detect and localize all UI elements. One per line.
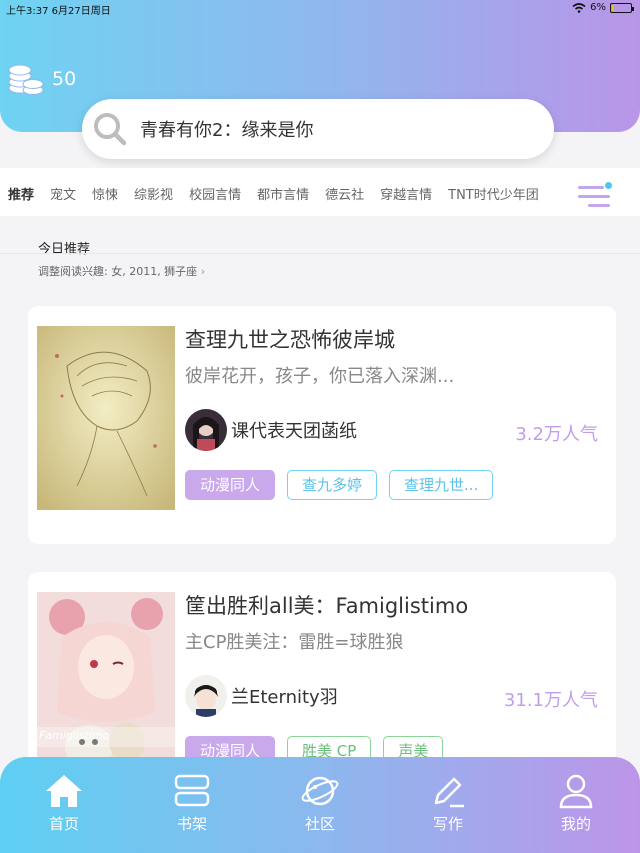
divider bbox=[0, 253, 640, 254]
section-title: 今日推荐 bbox=[38, 242, 91, 257]
battery-icon bbox=[610, 2, 634, 13]
book-title[interactable]: 筐出胜利all美：Famiglistimo bbox=[185, 590, 468, 620]
search-query: 青春有你2：缘来是你 bbox=[140, 120, 314, 141]
wifi-icon bbox=[572, 2, 586, 13]
status-indicators: 6% bbox=[572, 2, 634, 13]
book-description: 彼岸花开，孩子，你已落入深渊... bbox=[185, 366, 455, 387]
pen-icon bbox=[434, 777, 464, 808]
search-bar[interactable]: 青春有你2：缘来是你 bbox=[82, 99, 554, 159]
category-tabs: 推荐 宠文 惊悚 综影视 校园言情 都市言情 德云社 穿越言情 TNT时代少年团 bbox=[0, 184, 568, 203]
tab-thriller[interactable]: 惊悚 bbox=[84, 184, 126, 203]
bottom-navigation: 首页 书架 社区 写作 我的 bbox=[0, 757, 640, 853]
coin-stack-icon bbox=[8, 64, 44, 95]
tab-deyunshe[interactable]: 德云社 bbox=[317, 184, 372, 203]
nav-write[interactable]: 写作 bbox=[384, 757, 512, 853]
nav-label: 首页 bbox=[48, 815, 79, 833]
nav-profile[interactable]: 我的 bbox=[512, 757, 640, 853]
cover-illustration bbox=[37, 592, 175, 782]
app-root: 上午3:37 6月27日周日 6% 50 青春有你2：缘来是你 推荐 宠文 惊悚… bbox=[0, 0, 640, 853]
nav-bookshelf[interactable]: 书架 bbox=[128, 757, 256, 853]
reading-interest-text: 调整阅读兴趣: 女, 2011, 狮子座 bbox=[38, 265, 198, 278]
tag[interactable]: 动漫同人 bbox=[185, 470, 276, 500]
author-name: 兰Eternity羽 bbox=[231, 687, 338, 708]
coin-balance[interactable]: 50 bbox=[8, 62, 76, 96]
author-avatar[interactable] bbox=[185, 675, 227, 717]
home-icon bbox=[46, 775, 82, 807]
coin-count: 50 bbox=[52, 68, 77, 90]
tag-list: 动漫同人 查九多婷 查理九世... bbox=[185, 470, 494, 500]
user-icon bbox=[559, 774, 593, 809]
author-info[interactable]: 兰Eternity羽 bbox=[185, 675, 338, 717]
nav-label: 社区 bbox=[304, 815, 335, 833]
popularity-count: 31.1万人气 bbox=[503, 690, 598, 711]
tab-pet-fiction[interactable]: 宠文 bbox=[42, 184, 84, 203]
menu-line bbox=[578, 186, 604, 189]
category-menu-button[interactable] bbox=[578, 182, 612, 212]
nav-community[interactable]: 社区 bbox=[256, 757, 384, 853]
popularity-count: 3.2万人气 bbox=[515, 424, 598, 445]
avatar-image bbox=[185, 409, 227, 451]
notification-dot bbox=[605, 182, 612, 189]
author-name: 课代表天团菡纸 bbox=[231, 421, 357, 442]
planet-icon bbox=[301, 776, 339, 806]
nav-home[interactable]: 首页 bbox=[0, 757, 128, 853]
status-time: 上午3:37 bbox=[6, 6, 49, 17]
tab-film-tv[interactable]: 综影视 bbox=[126, 184, 181, 203]
battery-percent: 6% bbox=[590, 2, 606, 13]
status-time-date: 上午3:37 6月27日周日 bbox=[6, 2, 111, 17]
chevron-right-icon: › bbox=[200, 265, 206, 278]
tab-urban-romance[interactable]: 都市言情 bbox=[249, 184, 317, 203]
cover-title: Famiglistimo bbox=[39, 729, 110, 742]
menu-line bbox=[578, 195, 610, 198]
tab-tnt[interactable]: TNT时代少年团 bbox=[440, 184, 547, 203]
tab-campus-romance[interactable]: 校园言情 bbox=[181, 184, 249, 203]
author-info[interactable]: 课代表天团菡纸 bbox=[185, 409, 357, 451]
book-card[interactable]: 查理九世之恐怖彼岸城 彼岸花开，孩子，你已落入深渊... 课代表天团菡纸 3.2… bbox=[28, 306, 616, 544]
menu-line bbox=[588, 204, 610, 207]
book-cover[interactable] bbox=[37, 326, 175, 510]
bookshelf-icon bbox=[174, 774, 210, 807]
category-bar: 推荐 宠文 惊悚 综影视 校园言情 都市言情 德云社 穿越言情 TNT时代少年团 bbox=[0, 168, 640, 216]
avatar-image bbox=[185, 675, 227, 717]
nav-label: 书架 bbox=[176, 815, 207, 833]
reading-interest-link[interactable]: 调整阅读兴趣: 女, 2011, 狮子座 › bbox=[38, 263, 205, 279]
nav-label: 我的 bbox=[560, 815, 591, 833]
book-title[interactable]: 查理九世之恐怖彼岸城 bbox=[185, 324, 395, 354]
tag[interactable]: 查理九世... bbox=[389, 470, 494, 500]
author-avatar[interactable] bbox=[185, 409, 227, 451]
status-date: 6月27日周日 bbox=[51, 6, 111, 17]
book-description: 主CP胜美注：雷胜=球胜狼 bbox=[185, 632, 404, 653]
tab-recommend[interactable]: 推荐 bbox=[0, 184, 42, 203]
status-bar: 上午3:37 6月27日周日 6% bbox=[0, 0, 640, 18]
search-icon bbox=[94, 113, 127, 146]
book-cover[interactable]: Famiglistimo bbox=[37, 592, 175, 782]
battery-fill bbox=[612, 4, 614, 11]
tag[interactable]: 查九多婷 bbox=[287, 470, 378, 500]
nav-label: 写作 bbox=[432, 815, 463, 833]
cover-illustration bbox=[37, 326, 175, 510]
tab-time-travel-romance[interactable]: 穿越言情 bbox=[372, 184, 440, 203]
